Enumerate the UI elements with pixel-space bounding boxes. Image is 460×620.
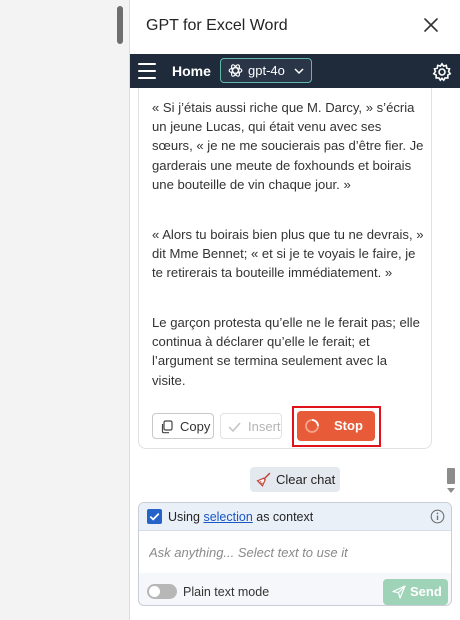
selection-link[interactable]: selection (203, 510, 252, 524)
assistant-message-card: « Si j’étais aussi riche que M. Darcy, »… (138, 88, 432, 449)
plain-text-label: Plain text mode (183, 585, 270, 599)
clear-chat-label: Clear chat (276, 472, 336, 487)
model-selector-button[interactable]: gpt-4o (220, 58, 312, 83)
host-document-area (0, 0, 130, 620)
send-label: Send (410, 584, 442, 599)
message-paragraph: « Alors tu boirais bien plus que tu ne d… (152, 227, 424, 281)
prompt-input[interactable] (139, 531, 451, 573)
pane-scrollbar[interactable] (444, 88, 458, 500)
scrollbar-thumb[interactable] (447, 468, 455, 484)
task-pane: GPT for Excel Word Home gpt-4o « Si j’ét… (130, 0, 460, 620)
send-icon (392, 585, 406, 599)
context-prefix: Using (168, 510, 204, 524)
plain-text-toggle[interactable] (147, 584, 177, 599)
gear-icon[interactable] (432, 62, 452, 82)
model-label: gpt-4o (248, 63, 285, 78)
broom-icon (256, 472, 271, 487)
checkmark-icon (228, 422, 241, 433)
app-header: Home gpt-4o (130, 54, 460, 88)
openai-logo-icon (228, 64, 243, 77)
chevron-down-icon (294, 68, 304, 75)
scroll-down-arrow-icon[interactable] (447, 488, 455, 493)
context-row: Using selection as context (139, 503, 451, 531)
spinner-icon (305, 419, 319, 433)
close-icon[interactable] (420, 14, 442, 36)
copy-label: Copy (180, 419, 211, 434)
checkmark-icon (149, 513, 160, 521)
message-paragraph: « Si j’étais aussi riche que M. Darcy, »… (152, 100, 424, 192)
context-suffix: as context (252, 510, 314, 524)
message-paragraph: Le garçon protesta qu’elle ne le ferait … (152, 315, 420, 388)
menu-icon[interactable] (138, 63, 156, 79)
composer: Using selection as context Plain text mo… (138, 502, 452, 606)
clear-chat-button[interactable]: Clear chat (250, 467, 340, 492)
insert-button[interactable]: Insert (220, 413, 282, 439)
send-button[interactable]: Send (383, 579, 448, 605)
stop-button[interactable]: Stop (297, 411, 375, 441)
home-title: Home (172, 63, 211, 79)
context-label: Using selection as context (168, 510, 313, 524)
copy-icon (161, 420, 173, 434)
stop-label: Stop (334, 418, 363, 433)
insert-label: Insert (248, 419, 281, 434)
host-scrollbar[interactable] (117, 6, 123, 44)
use-selection-checkbox[interactable] (147, 509, 162, 524)
info-icon[interactable] (430, 509, 445, 524)
copy-button[interactable]: Copy (152, 413, 214, 439)
pane-title: GPT for Excel Word (146, 17, 288, 34)
app-window: GPT for Excel Word Home gpt-4o « Si j’ét… (0, 0, 460, 620)
